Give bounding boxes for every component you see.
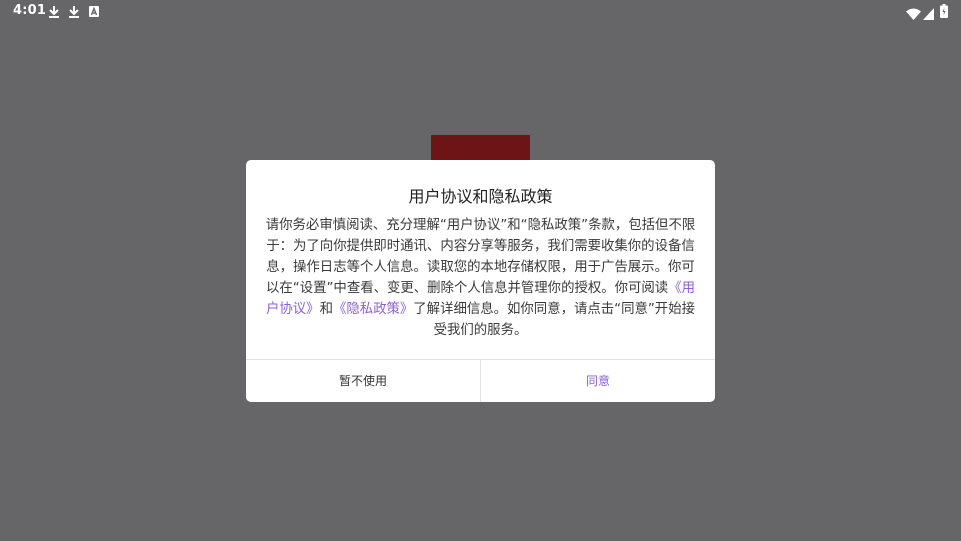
signal-icon [923, 5, 934, 24]
privacy-policy-link[interactable]: 《隐私政策》 [333, 302, 413, 317]
message-text-part2: 了解详细信息。如你同意，请点击“同意”开始接受我们的服务。 [413, 302, 695, 338]
message-text-and: 和 [319, 302, 333, 317]
dialog-message: 请你务必审慎阅读、充分理解“用户协议”和“隐私政策”条款，包括但不限于：为了向你… [260, 215, 701, 341]
battery-charging-icon [940, 3, 948, 22]
privacy-dialog: 用户协议和隐私政策 请你务必审慎阅读、充分理解“用户协议”和“隐私政策”条款，包… [246, 160, 715, 402]
decline-button[interactable]: 暂不使用 [246, 360, 480, 402]
app-screen: 4:01 用户协议和隐私政策 请你务必审慎阅读、充分理解“用户协议”和“隐私政策… [0, 0, 961, 541]
message-text-part1: 请你务必审慎阅读、充分理解“用户协议”和“隐私政策”条款，包括但不限于：为了向你… [265, 218, 696, 296]
download-icon [68, 4, 80, 23]
wifi-icon [906, 5, 921, 24]
download-icon [48, 4, 60, 23]
status-time: 4:01 [13, 3, 47, 18]
dialog-title: 用户协议和隐私政策 [408, 187, 553, 206]
app-notification-icon [88, 4, 100, 23]
status-bar: 4:01 [0, 0, 961, 24]
agree-button[interactable]: 同意 [481, 360, 715, 402]
